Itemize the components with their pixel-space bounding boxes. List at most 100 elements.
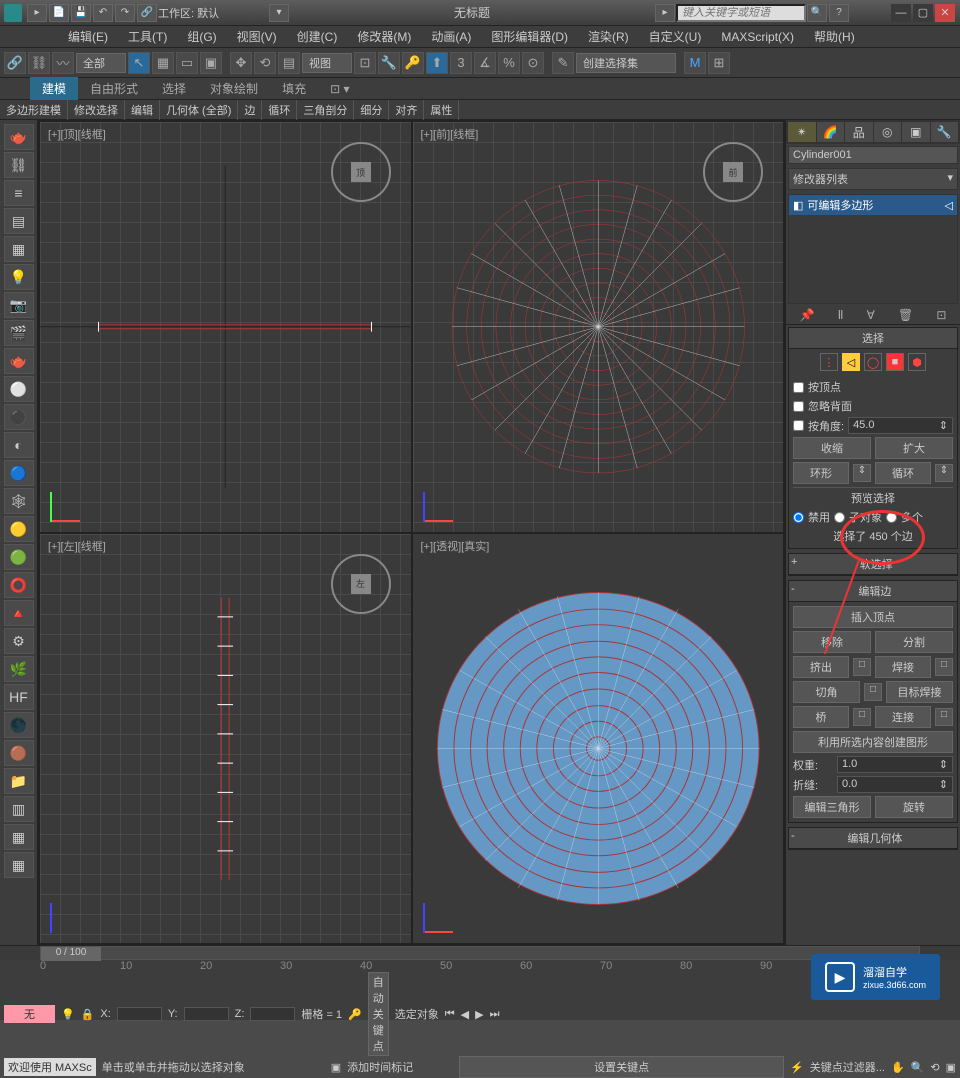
keyfilter-icon[interactable]: ⚡	[790, 1061, 804, 1074]
menu-custom[interactable]: 自定义(U)	[641, 26, 710, 47]
link-icon[interactable]: 🔗	[4, 52, 26, 74]
by-angle-check[interactable]: 按角度:	[793, 418, 844, 434]
new-button[interactable]: ▸	[27, 4, 47, 22]
snap-button[interactable]: ⬆	[426, 52, 448, 74]
viewport-left[interactable]: [+][左][线框] 左	[40, 534, 411, 944]
tab-objpaint[interactable]: 对象绘制	[198, 77, 270, 100]
soft-head[interactable]: +软选择	[789, 554, 957, 575]
sub-loop[interactable]: 循环	[262, 100, 297, 120]
y-field[interactable]	[184, 1007, 229, 1021]
ring-spin[interactable]: ⇕	[853, 464, 871, 482]
wire-icon[interactable]: 🕸	[4, 488, 34, 514]
maximize-button[interactable]: ▢	[913, 4, 933, 22]
vertex-icon[interactable]: ⋮	[820, 353, 838, 371]
bridge-set[interactable]: □	[853, 708, 871, 726]
menu-view[interactable]: 视图(V)	[229, 26, 285, 47]
angle-snap-button[interactable]: 3	[450, 52, 472, 74]
disable-radio[interactable]: 禁用	[793, 509, 830, 525]
modifier-item[interactable]: ◧可编辑多边形◁	[789, 195, 957, 215]
select-name-button[interactable]: ▦	[152, 52, 174, 74]
sphere8-icon[interactable]: 🌑	[4, 712, 34, 738]
list-icon[interactable]: ▥	[4, 796, 34, 822]
tab-modify-icon[interactable]: 🌈	[817, 122, 845, 142]
loop-spin[interactable]: ⇕	[935, 464, 953, 482]
workspace-dropdown[interactable]: 工作区: 默认	[158, 5, 268, 21]
mirror-button[interactable]: M	[684, 52, 706, 74]
spinner-snap-button[interactable]: %	[498, 52, 520, 74]
scale-button[interactable]: ▤	[278, 52, 300, 74]
connect-set[interactable]: □	[935, 708, 953, 726]
sphere3-icon[interactable]: ◐	[4, 432, 34, 458]
named-sel-button[interactable]: ✎	[552, 52, 574, 74]
sub-polymodel[interactable]: 多边形建模	[0, 100, 68, 120]
sub-props[interactable]: 属性	[424, 100, 459, 120]
more2-icon[interactable]: ▦	[4, 852, 34, 878]
sphere6-icon[interactable]: 🟢	[4, 544, 34, 570]
addtime-label[interactable]: 添加时间标记	[347, 1059, 413, 1075]
menu-create[interactable]: 创建(C)	[289, 26, 346, 47]
percent-snap-button[interactable]: ∡	[474, 52, 496, 74]
sheet-icon[interactable]: ▤	[4, 208, 34, 234]
select-button[interactable]: ↖	[128, 52, 150, 74]
edittri-button[interactable]: 编辑三角形	[793, 796, 871, 818]
refcoord-dropdown[interactable]: 视图	[302, 53, 352, 73]
menu-help[interactable]: 帮助(H)	[806, 26, 863, 47]
viewport-front[interactable]: [+][前][线框] 前	[413, 122, 784, 532]
menu-group[interactable]: 组(G)	[179, 26, 224, 47]
nav-pan-icon[interactable]: ✋	[891, 1061, 905, 1074]
keymode-button[interactable]: 🔑	[402, 52, 424, 74]
sphere4-icon[interactable]: 🔵	[4, 460, 34, 486]
sub-edge[interactable]: 边	[238, 100, 262, 120]
play-prev-icon[interactable]: ◀	[461, 1008, 469, 1021]
grid-icon[interactable]: ▦	[4, 236, 34, 262]
bulb-icon[interactable]: 💡	[4, 264, 34, 290]
unique-icon[interactable]: ∀	[867, 308, 875, 322]
none-button[interactable]: 无	[4, 1005, 55, 1023]
tab-motion-icon[interactable]: ◎	[874, 122, 902, 142]
gear-icon[interactable]: ⚙	[4, 628, 34, 654]
hf-icon[interactable]: HF	[4, 684, 34, 710]
chamfer-button[interactable]: 切角	[793, 681, 860, 703]
tab-select[interactable]: 选择	[150, 77, 198, 100]
config-icon[interactable]: ⊡	[936, 308, 946, 322]
menu-animation[interactable]: 动画(A)	[423, 26, 479, 47]
extrude-set[interactable]: □	[853, 658, 871, 676]
selection-head[interactable]: 选择	[789, 328, 957, 349]
save-button[interactable]: 💾	[71, 4, 91, 22]
chamfer-set[interactable]: □	[864, 683, 882, 701]
lock-icon[interactable]: 🔒	[81, 1008, 95, 1021]
keyfilter-button[interactable]: 关键点过滤器...	[810, 1059, 885, 1075]
teapot-icon[interactable]: 🫖	[4, 124, 34, 150]
menu-edit[interactable]: 编辑(E)	[60, 26, 116, 47]
by-vertex-check[interactable]: 按顶点	[793, 379, 953, 395]
play-icon[interactable]: ▶	[475, 1008, 483, 1021]
sub-tri[interactable]: 三角剖分	[297, 100, 354, 120]
pin-icon[interactable]: 📌	[800, 308, 815, 322]
grass-icon[interactable]: 🌿	[4, 656, 34, 682]
weld-set[interactable]: □	[935, 658, 953, 676]
remove-icon[interactable]: 🗑	[898, 308, 913, 322]
tab-expand[interactable]: ⊡ ▾	[318, 79, 361, 99]
ring-button[interactable]: 环形	[793, 462, 849, 484]
show-icon[interactable]: Ⅱ	[838, 308, 844, 322]
sphere9-icon[interactable]: 🟤	[4, 740, 34, 766]
sphere7-icon[interactable]: ⭕	[4, 572, 34, 598]
menu-render[interactable]: 渲染(R)	[580, 26, 637, 47]
folder-icon[interactable]: 📁	[4, 768, 34, 794]
minimize-button[interactable]: —	[891, 4, 911, 22]
rotate-button[interactable]: ⟲	[254, 52, 276, 74]
chain-icon[interactable]: ⛓	[4, 152, 34, 178]
sub-align[interactable]: 对齐	[389, 100, 424, 120]
workspace-arrow[interactable]: ▾	[269, 4, 289, 22]
loop-button[interactable]: 循环	[875, 462, 931, 484]
menu-graph[interactable]: 图形编辑器(D)	[483, 26, 576, 47]
time-handle[interactable]: 0 / 100	[41, 947, 101, 961]
connect-button[interactable]: 连接	[875, 706, 931, 728]
viewport-perspective[interactable]: [+][透视][真实] 前	[413, 534, 784, 944]
sub-geom[interactable]: 几何体 (全部)	[160, 100, 238, 120]
z-field[interactable]	[250, 1007, 295, 1021]
addtime-icon[interactable]: ▣	[331, 1061, 341, 1074]
sub-subdiv[interactable]: 细分	[354, 100, 389, 120]
editedge-head[interactable]: -编辑边	[789, 581, 957, 602]
unlink-icon[interactable]: ⛓	[28, 52, 50, 74]
